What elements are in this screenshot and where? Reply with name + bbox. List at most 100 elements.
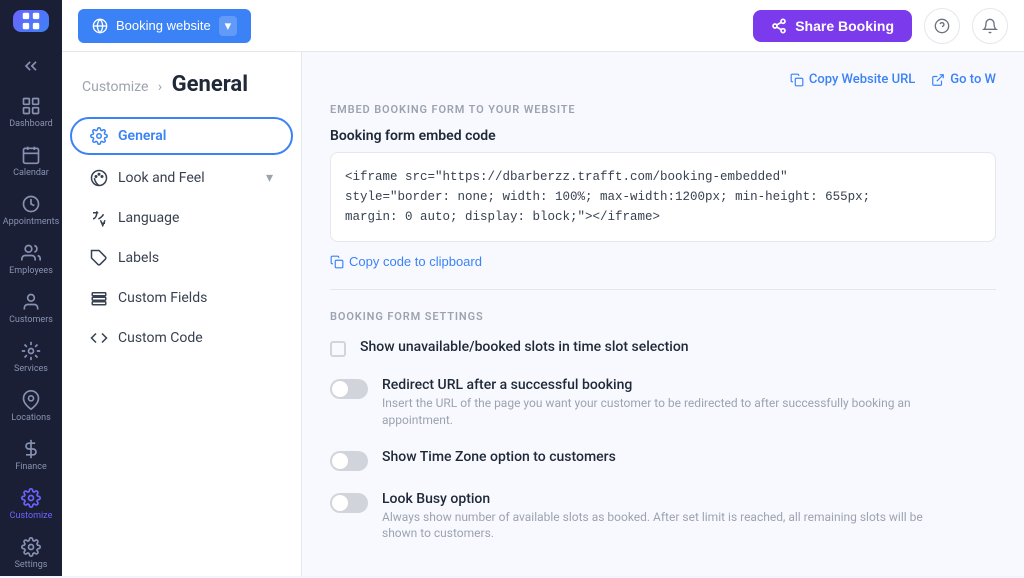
look-busy-toggle[interactable] — [330, 493, 368, 513]
booking-website-button[interactable]: Booking website ▾ — [78, 9, 251, 43]
sidebar-item-dashboard[interactable]: Dashboard — [0, 88, 62, 137]
appointments-icon — [21, 194, 41, 214]
general-gear-icon — [90, 127, 108, 145]
sidebar-locations-label: Locations — [11, 413, 50, 423]
setting-row-look-busy: Look Busy option Always show number of a… — [330, 491, 996, 547]
left-nav: Customize › General General Look and Fee… — [62, 52, 302, 576]
look-busy-title: Look Busy option — [382, 491, 942, 507]
redirect-url-desc: Insert the URL of the page you want your… — [382, 395, 942, 429]
nav-look-feel-label: Look and Feel — [118, 170, 205, 186]
app-logo — [13, 10, 49, 32]
globe-icon — [92, 18, 108, 34]
sidebar-appointments-label: Appointments — [3, 217, 59, 227]
booking-website-label: Booking website — [116, 18, 211, 33]
look-feel-chevron-icon: ▾ — [266, 170, 273, 186]
services-icon — [21, 341, 41, 361]
sidebar-item-appointments[interactable]: Appointments — [0, 186, 62, 235]
booking-website-chevron[interactable]: ▾ — [219, 16, 238, 36]
sidebar-item-customize[interactable]: Customize — [0, 480, 62, 529]
sidebar-employees-label: Employees — [9, 266, 53, 276]
top-actions: Copy Website URL Go to W — [330, 72, 996, 87]
timezone-toggle[interactable] — [330, 451, 368, 471]
content-wrapper: Customize › General General Look and Fee… — [62, 52, 1024, 576]
copy-icon — [790, 73, 804, 87]
copy-clipboard-label: Copy code to clipboard — [349, 254, 482, 269]
logo-icon — [20, 10, 42, 32]
labels-icon — [90, 249, 108, 267]
breadcrumb-current: General — [172, 72, 248, 97]
customize-icon — [21, 488, 41, 508]
notifications-button[interactable] — [972, 8, 1008, 44]
setting-row-unavailable-slots: Show unavailable/booked slots in time sl… — [330, 339, 996, 361]
sidebar-item-settings[interactable]: Settings — [0, 529, 62, 578]
sidebar: Dashboard Calendar Appointments Employee… — [0, 0, 62, 576]
breadcrumb: Customize › General — [62, 72, 301, 113]
share-booking-label: Share Booking — [795, 18, 894, 34]
breadcrumb-separator: › — [158, 79, 162, 95]
breadcrumb-parent: Customize — [82, 79, 148, 95]
calendar-icon — [21, 145, 41, 165]
main-area: Booking website ▾ Share Booking Customiz… — [62, 0, 1024, 576]
nav-item-language[interactable]: Language — [70, 199, 293, 237]
nav-custom-fields-label: Custom Fields — [118, 290, 207, 306]
nav-item-custom-fields[interactable]: Custom Fields — [70, 279, 293, 317]
sidebar-dashboard-label: Dashboard — [9, 119, 53, 129]
redirect-url-title: Redirect URL after a successful booking — [382, 377, 942, 393]
customers-icon — [21, 292, 41, 312]
sidebar-item-locations[interactable]: Locations — [0, 382, 62, 431]
sidebar-calendar-label: Calendar — [13, 168, 49, 178]
code-icon — [90, 329, 108, 347]
settings-icon — [21, 537, 41, 557]
sidebar-customers-label: Customers — [9, 315, 53, 325]
copy-website-url-link[interactable]: Copy Website URL — [790, 72, 915, 87]
section-divider — [330, 289, 996, 290]
external-link-icon — [931, 73, 945, 87]
nav-item-custom-code[interactable]: Custom Code — [70, 319, 293, 357]
sidebar-item-employees[interactable]: Employees — [0, 235, 62, 284]
sidebar-settings-label: Settings — [15, 560, 48, 570]
nav-item-general[interactable]: General — [70, 117, 293, 155]
go-to-website-link[interactable]: Go to W — [931, 72, 996, 87]
sidebar-finance-label: Finance — [15, 462, 46, 472]
custom-fields-icon — [90, 289, 108, 307]
unavailable-slots-checkbox[interactable] — [330, 341, 346, 357]
sidebar-item-services[interactable]: Services — [0, 333, 62, 382]
copy-to-clipboard-button[interactable]: Copy code to clipboard — [330, 254, 482, 269]
sidebar-customize-label: Customize — [10, 511, 53, 521]
nav-language-label: Language — [118, 210, 179, 226]
look-busy-desc: Always show number of available slots as… — [382, 509, 942, 543]
copy-website-url-label: Copy Website URL — [809, 72, 915, 87]
nav-item-look-and-feel[interactable]: Look and Feel ▾ — [70, 159, 293, 197]
sidebar-item-customers[interactable]: Customers — [0, 284, 62, 333]
finance-icon — [21, 439, 41, 459]
help-button[interactable] — [924, 8, 960, 44]
unavailable-slots-title: Show unavailable/booked slots in time sl… — [360, 339, 689, 355]
question-icon — [934, 18, 950, 34]
sidebar-item-finance[interactable]: Finance — [0, 431, 62, 480]
bell-icon — [982, 18, 998, 34]
dashboard-icon — [21, 96, 41, 116]
language-icon — [90, 209, 108, 227]
palette-icon — [90, 169, 108, 187]
embed-code-block: <iframe src="https://dbarberzz.trafft.co… — [330, 152, 996, 242]
nav-item-labels[interactable]: Labels — [70, 239, 293, 277]
clipboard-copy-icon — [330, 255, 344, 269]
setting-row-timezone: Show Time Zone option to customers — [330, 449, 996, 475]
go-to-website-label: Go to W — [950, 72, 996, 87]
main-content: Copy Website URL Go to W EMBED BOOKING F… — [302, 52, 1024, 576]
chevrons-icon — [21, 56, 41, 76]
settings-section-label: BOOKING FORM SETTINGS — [330, 310, 996, 323]
nav-custom-code-label: Custom Code — [118, 330, 203, 346]
sidebar-item-calendar[interactable]: Calendar — [0, 137, 62, 186]
sidebar-collapse-btn[interactable] — [0, 48, 62, 84]
nav-labels-label: Labels — [118, 250, 159, 266]
share-icon — [771, 18, 787, 34]
code-block-label: Booking form embed code — [330, 128, 996, 144]
setting-row-redirect-url: Redirect URL after a successful booking … — [330, 377, 996, 433]
share-booking-button[interactable]: Share Booking — [753, 10, 912, 42]
sidebar-services-label: Services — [14, 364, 48, 374]
locations-icon — [21, 390, 41, 410]
topbar: Booking website ▾ Share Booking — [62, 0, 1024, 52]
redirect-url-toggle[interactable] — [330, 379, 368, 399]
timezone-title: Show Time Zone option to customers — [382, 449, 616, 465]
